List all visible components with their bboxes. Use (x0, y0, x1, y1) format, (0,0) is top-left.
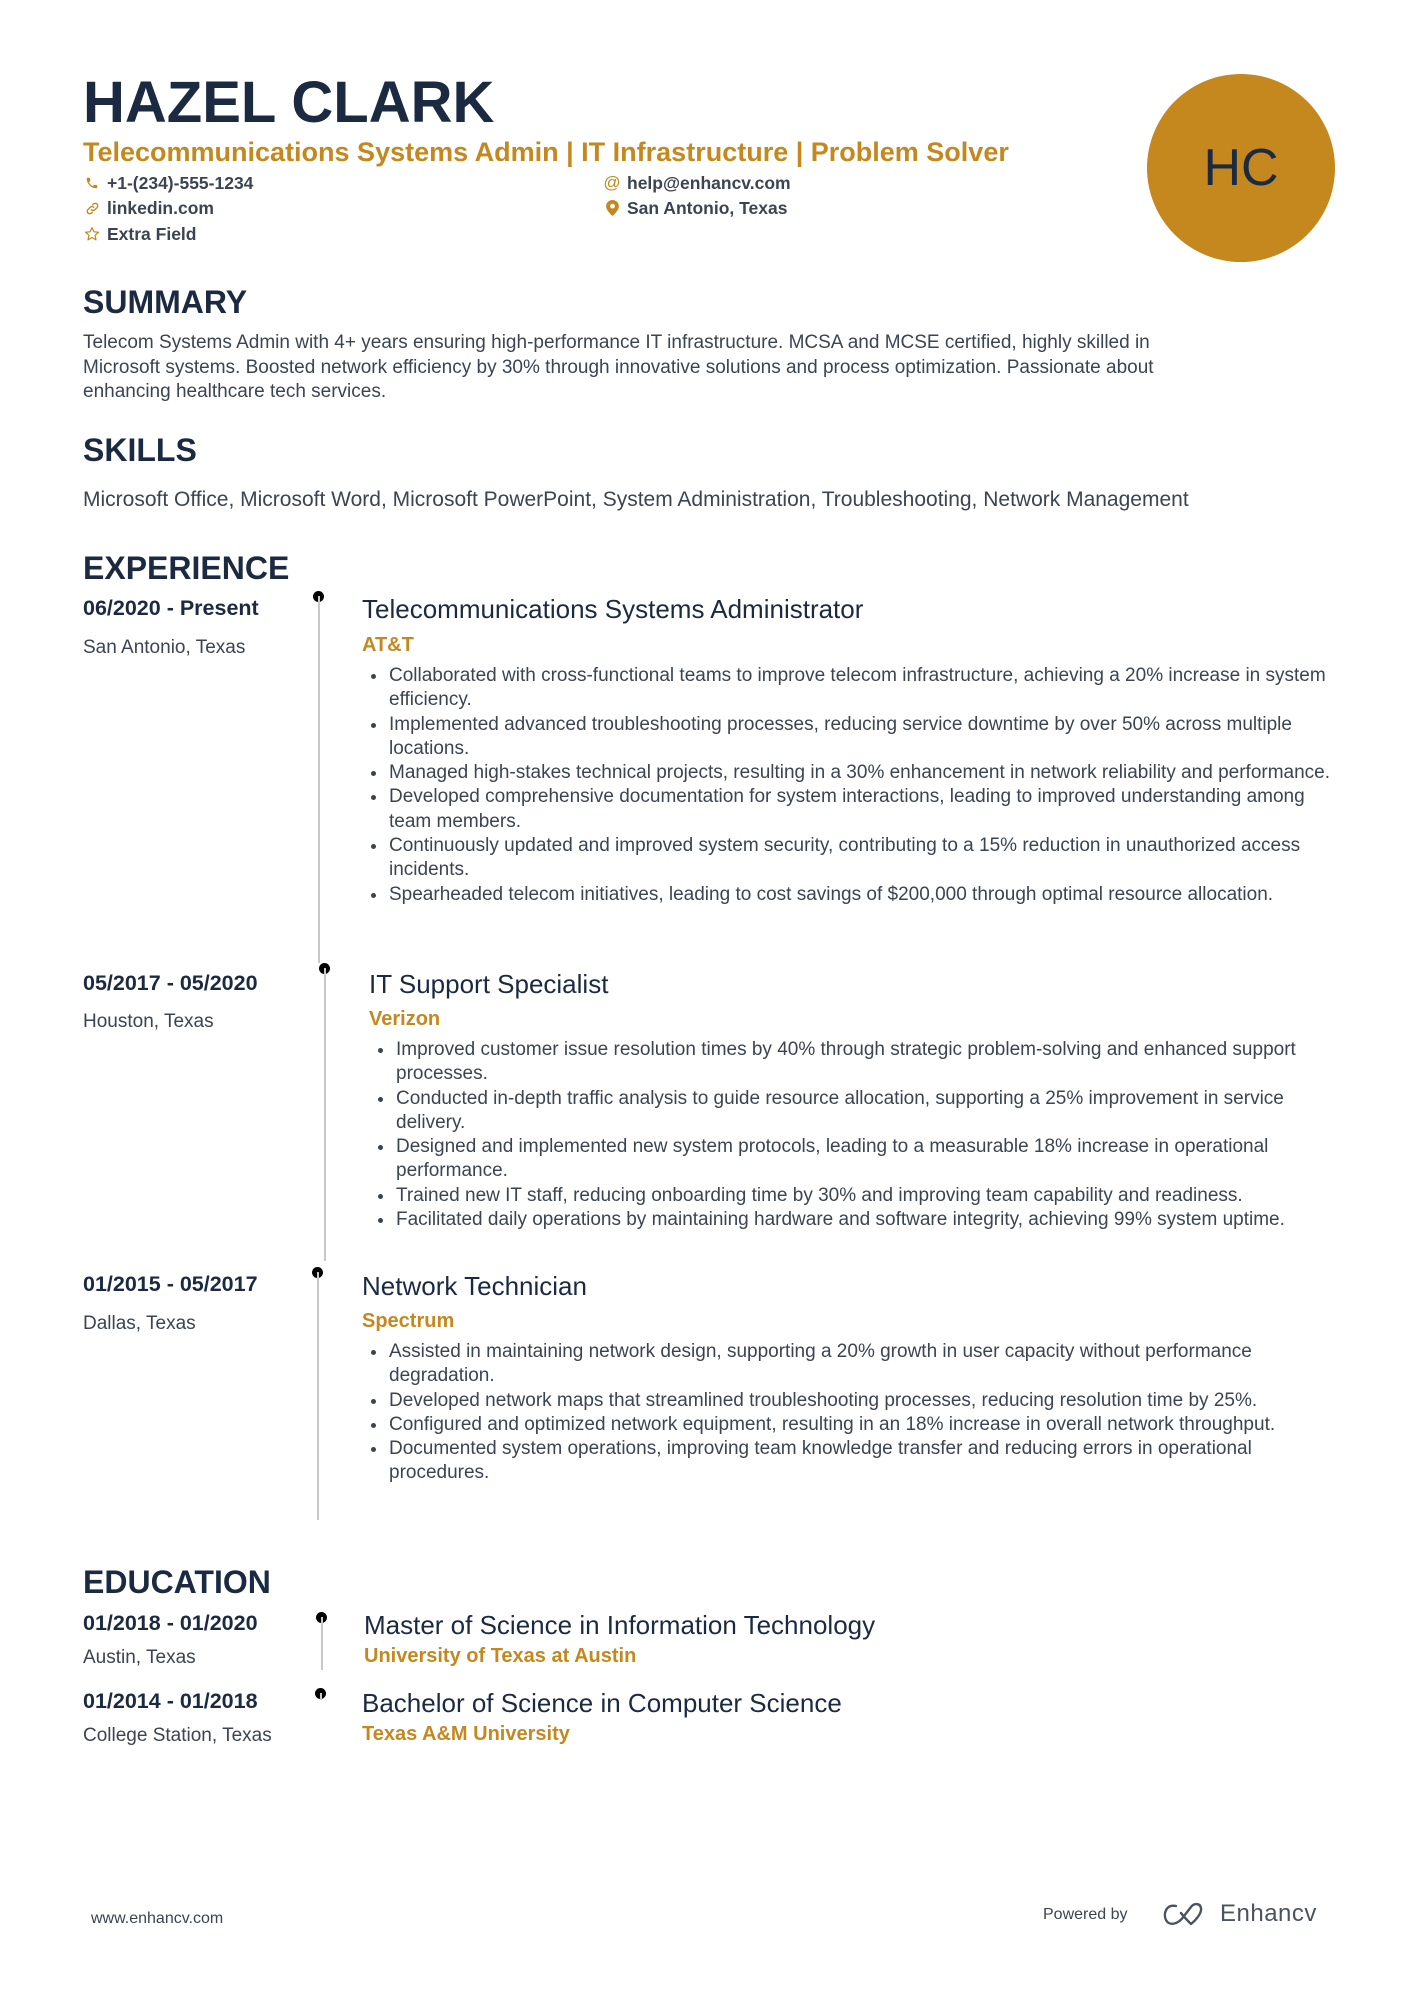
contact-extra-text: Extra Field (107, 224, 197, 244)
skills-list: Microsoft Office, Microsoft Word, Micros… (83, 488, 1189, 511)
experience-bullets: Improved customer issue resolution times… (369, 1038, 1349, 1232)
summary-line: enhancing healthcare tech services. (83, 381, 387, 402)
summary-line: Telecom Systems Admin with 4+ years ensu… (83, 332, 1150, 353)
powered-by-label: Powered by (1043, 1906, 1128, 1923)
star-icon (83, 225, 101, 243)
bullet-item: Spearheaded telecom initiatives, leading… (362, 883, 1347, 907)
enhancv-logo-icon (1163, 1902, 1203, 1926)
education-degree: Bachelor of Science in Computer Science (362, 1688, 842, 1718)
bullet-item: Assisted in maintaining network design, … (362, 1340, 1347, 1389)
experience-dates: 06/2020 - Present (83, 596, 259, 620)
timeline-line (321, 1617, 323, 1670)
bullet-item: Continuously updated and improved system… (362, 834, 1347, 883)
bullet-item: Configured and optimized network equipme… (362, 1413, 1347, 1437)
timeline-line (317, 1272, 319, 1520)
experience-dates: 01/2015 - 05/2017 (83, 1272, 258, 1296)
experience-company: Verizon (369, 1008, 441, 1030)
experience-location: Houston, Texas (83, 1011, 214, 1032)
bullet-item: Documented system operations, improving … (362, 1437, 1347, 1486)
experience-bullets: Assisted in maintaining network design, … (362, 1340, 1347, 1486)
contact-location-text: San Antonio, Texas (627, 198, 788, 218)
bullet-item: Designed and implemented new system prot… (369, 1135, 1349, 1184)
contact-phone[interactable]: +1-(234)-555-1234 (83, 172, 253, 194)
timeline-line (324, 968, 326, 1261)
education-heading: EDUCATION (83, 1564, 271, 1600)
summary-line: Microsoft systems. Boosted network effic… (83, 356, 1154, 378)
contact-email-text: help@enhancv.com (627, 173, 791, 193)
bullet-item: Collaborated with cross-functional teams… (362, 664, 1347, 713)
experience-bullets: Collaborated with cross-functional teams… (362, 664, 1347, 907)
candidate-name: HAZEL CLARK (83, 70, 495, 135)
experience-location: Dallas, Texas (83, 1313, 196, 1334)
contact-location: San Antonio, Texas (603, 197, 787, 219)
summary-text: Telecom Systems Admin with 4+ years ensu… (83, 331, 1333, 405)
education-degree: Master of Science in Information Technol… (364, 1610, 876, 1640)
experience-company: Spectrum (362, 1310, 455, 1332)
skills-heading: SKILLS (83, 432, 197, 468)
location-pin-icon (603, 199, 621, 217)
bullet-item: Improved customer issue resolution times… (369, 1038, 1349, 1087)
bullet-item: Facilitated daily operations by maintain… (369, 1208, 1349, 1232)
experience-location: San Antonio, Texas (83, 637, 246, 658)
headline-tagline: Telecommunications Systems Admin | IT In… (83, 137, 1009, 167)
education-location: Austin, Texas (83, 1647, 196, 1668)
experience-title: Telecommunications Systems Administrator (362, 594, 864, 624)
avatar-initials: HC (1203, 139, 1279, 197)
phone-icon (83, 174, 101, 192)
experience-title: Network Technician (362, 1271, 587, 1301)
at-icon: @ (603, 173, 621, 192)
experience-title: IT Support Specialist (369, 969, 609, 999)
timeline-line (318, 596, 320, 963)
contact-extra-field: Extra Field (83, 223, 196, 245)
contact-phone-text: +1-(234)-555-1234 (107, 173, 254, 193)
bullet-item: Trained new IT staff, reducing onboardin… (369, 1184, 1349, 1208)
bullet-item: Implemented advanced troubleshooting pro… (362, 713, 1347, 762)
experience-dates: 05/2017 - 05/2020 (83, 971, 258, 995)
education-school: Texas A&M University (362, 1723, 570, 1745)
enhancv-brand-text: Enhancv (1220, 1900, 1317, 1927)
education-dates: 01/2014 - 01/2018 (83, 1689, 258, 1713)
experience-company: AT&T (362, 634, 414, 656)
link-icon (83, 199, 101, 217)
bullet-item: Conducted in-depth traffic analysis to g… (369, 1087, 1349, 1136)
timeline-line (320, 1693, 322, 1700)
education-school: University of Texas at Austin (364, 1645, 637, 1667)
bullet-item: Managed high-stakes technical projects, … (362, 761, 1347, 785)
footer-website-link[interactable]: www.enhancv.com (91, 1910, 223, 1928)
contact-email[interactable]: @ help@enhancv.com (603, 172, 791, 194)
avatar: HC (1147, 74, 1335, 262)
education-location: College Station, Texas (83, 1725, 272, 1746)
bullet-item: Developed comprehensive documentation fo… (362, 785, 1347, 834)
experience-heading: EXPERIENCE (83, 550, 290, 586)
bullet-item: Developed network maps that streamlined … (362, 1389, 1347, 1413)
contact-linkedin-text: linkedin.com (107, 198, 214, 218)
contact-linkedin[interactable]: linkedin.com (83, 197, 214, 219)
education-dates: 01/2018 - 01/2020 (83, 1611, 258, 1635)
summary-heading: SUMMARY (83, 284, 248, 320)
